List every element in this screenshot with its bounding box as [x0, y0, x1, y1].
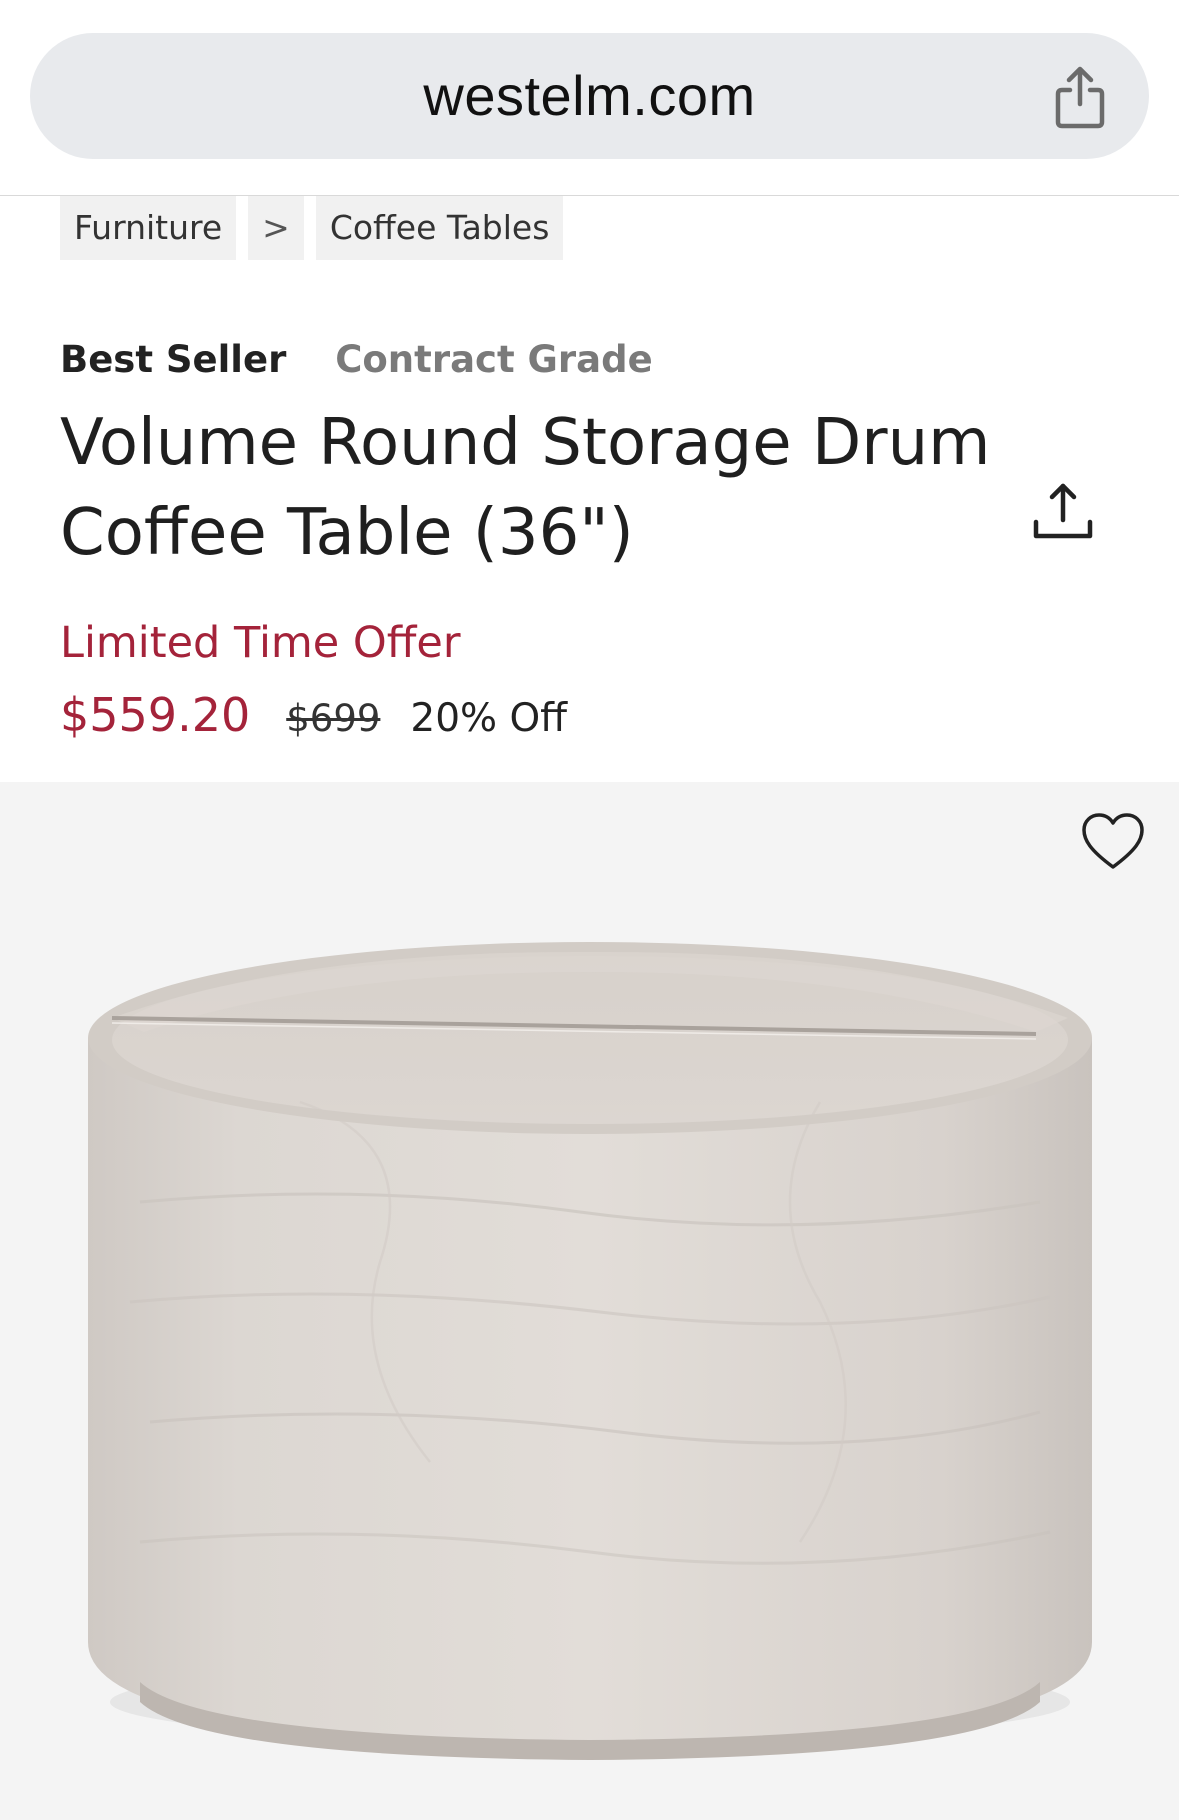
share-product-icon[interactable] [1030, 482, 1096, 542]
discount-label: 20% Off [410, 696, 568, 741]
product-title-line2: Coffee Table (36") [60, 496, 634, 570]
share-icon[interactable] [1050, 64, 1110, 130]
breadcrumb: Furniture > Coffee Tables [60, 196, 564, 260]
breadcrumb-coffee-tables[interactable]: Coffee Tables [315, 196, 564, 260]
product-title-line1: Volume Round Storage Drum [60, 406, 991, 480]
breadcrumb-furniture[interactable]: Furniture [60, 196, 237, 260]
browser-address-area: westelm.com [0, 0, 1179, 196]
address-bar[interactable]: westelm.com [30, 33, 1149, 159]
breadcrumb-separator: > [248, 196, 304, 260]
limited-time-offer: Limited Time Offer [60, 618, 461, 668]
product-image[interactable] [0, 782, 1179, 1820]
price-row: $559.20 $699 20% Off [60, 688, 567, 742]
original-price: $699 [286, 697, 381, 740]
product-badges: Best Seller Contract Grade [60, 338, 653, 381]
product-page: westelm.com Furniture > Coffee Tables Be… [0, 0, 1179, 1820]
heart-icon[interactable] [1080, 812, 1146, 872]
best-seller-badge: Best Seller [60, 338, 287, 381]
url-text[interactable]: westelm.com [30, 33, 1149, 159]
sale-price: $559.20 [60, 688, 251, 742]
product-title: Volume Round Storage Drum Coffee Table (… [60, 398, 1000, 578]
contract-grade-badge: Contract Grade [335, 338, 653, 381]
